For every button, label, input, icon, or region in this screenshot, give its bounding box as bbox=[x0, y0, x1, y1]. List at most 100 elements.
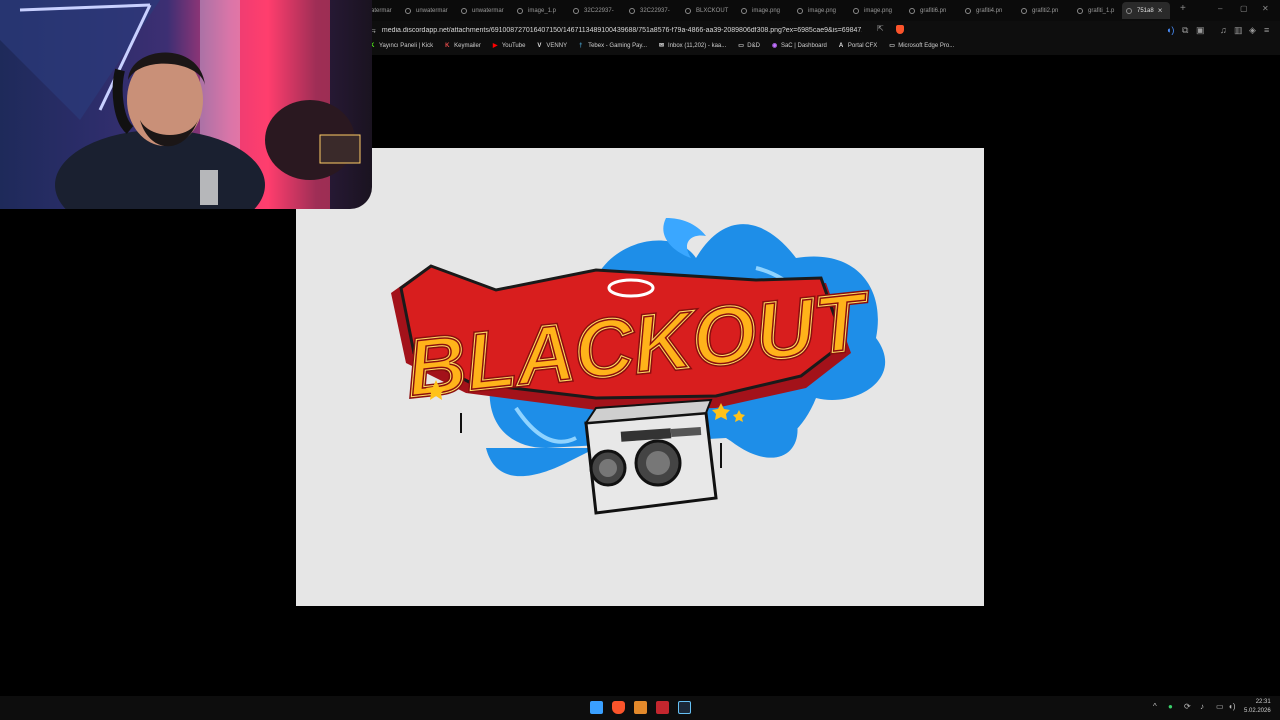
menu-icon[interactable]: ≡ bbox=[1264, 25, 1269, 35]
tab-label: grafiti2.pn bbox=[1032, 7, 1059, 14]
app-icon[interactable] bbox=[656, 701, 669, 714]
bookmark-item[interactable]: K Yayıncı Paneli | Kick bbox=[370, 43, 433, 49]
vpn-icon[interactable]: ◈ bbox=[1249, 25, 1256, 36]
tab[interactable]: image.png bbox=[793, 2, 849, 19]
address-bar[interactable]: ⇆ media.discordapp.net/attachments/69100… bbox=[370, 23, 910, 38]
tab-label: 32C22937- bbox=[584, 7, 614, 14]
window-close-icon[interactable]: ✕ bbox=[1262, 4, 1269, 13]
screenshot-icon[interactable]: ▣ bbox=[1196, 25, 1205, 36]
bookmark-item[interactable]: A Portal CFX bbox=[839, 43, 877, 49]
extensions-icon[interactable]: ⧉ bbox=[1182, 25, 1188, 36]
bookmark-item[interactable]: ◉ SaC | Dashboard bbox=[772, 43, 827, 49]
tab[interactable]: image.png bbox=[849, 2, 905, 19]
share-icon[interactable]: ⇱ bbox=[877, 24, 884, 33]
bookmark-label: D&D bbox=[747, 43, 760, 49]
system-clock[interactable]: 22:31 5.02.2026 bbox=[1244, 698, 1271, 716]
tab[interactable]: image.png bbox=[737, 2, 793, 19]
app-icon[interactable] bbox=[634, 701, 647, 714]
volume-icon[interactable]: ◖) bbox=[1228, 702, 1236, 711]
tab-label: 751a8 bbox=[1137, 7, 1154, 14]
bookmark-label: Tebex - Gaming Pay... bbox=[588, 43, 647, 49]
show-hidden-icons-icon[interactable]: ^ bbox=[1153, 702, 1157, 711]
boombox-icon bbox=[584, 398, 718, 515]
tray-status-icon[interactable]: ● bbox=[1168, 702, 1173, 711]
bookmark-label: Microsoft Edge Pro... bbox=[898, 43, 955, 49]
bookmark-favicon-icon: ◉ bbox=[771, 43, 778, 49]
bookmark-item[interactable]: ▭ Microsoft Edge Pro... bbox=[889, 43, 954, 49]
bookmark-label: Inbox (11,202) - kaa... bbox=[668, 43, 727, 49]
tab-favicon-icon bbox=[797, 7, 803, 14]
tab-active[interactable]: 751a8 × bbox=[1122, 2, 1170, 19]
tab-favicon-icon bbox=[405, 7, 411, 14]
brave-shield-icon[interactable] bbox=[896, 25, 904, 34]
network-icon[interactable]: ▭ bbox=[1216, 702, 1224, 711]
bookmark-favicon-icon: ▭ bbox=[738, 43, 744, 49]
tab[interactable]: grafiti6.pn bbox=[905, 2, 961, 19]
tab-favicon-icon bbox=[1077, 7, 1083, 14]
blackout-graffiti-logo: BLACKOUT BLACKOUT bbox=[391, 218, 886, 515]
brave-browser-icon[interactable] bbox=[612, 701, 625, 714]
tab[interactable]: image_1.p bbox=[513, 2, 569, 19]
bookmark-item[interactable]: K Keymailer bbox=[445, 43, 481, 49]
bookmark-list: K Yayıncı Paneli | Kick K Keymailer ▶ YouTube… bbox=[370, 43, 966, 49]
tab-list: unwatermar unwatermar unwatermar image_1.p 3… bbox=[345, 2, 1129, 19]
tab-label: BLXCKOUT bbox=[696, 7, 729, 14]
close-icon[interactable]: × bbox=[1158, 6, 1163, 15]
bookmark-item[interactable]: † Tebex - Gaming Pay... bbox=[579, 43, 647, 49]
tab-label: image.png bbox=[864, 7, 893, 14]
taskbar: ^ ● ⟳ ♪ ▭ ◖) 22:31 5.02.2026 bbox=[0, 696, 1280, 720]
bookmark-label: YouTube bbox=[501, 43, 526, 49]
bookmark-favicon-icon: ✉ bbox=[659, 43, 665, 49]
tab[interactable]: grafiti2.pn bbox=[1017, 2, 1073, 19]
bookmark-item[interactable]: ▶ YouTube bbox=[493, 43, 526, 49]
tab[interactable]: unwatermar bbox=[457, 2, 513, 19]
minimize-icon[interactable]: – bbox=[1218, 4, 1222, 13]
bookmark-favicon-icon: ▭ bbox=[889, 43, 895, 49]
bookmark-label: SaC | Dashboard bbox=[780, 43, 827, 49]
tab[interactable]: grafiti4.pn bbox=[961, 2, 1017, 19]
tab[interactable]: grafiti_1.p bbox=[1073, 2, 1129, 19]
tab[interactable]: BLXCKOUT bbox=[681, 2, 737, 19]
tab-favicon-icon bbox=[741, 7, 747, 14]
audio-icon[interactable]: ◖) bbox=[1166, 25, 1174, 35]
windows-start-icon[interactable] bbox=[590, 701, 603, 714]
bookmark-favicon-icon: † bbox=[579, 43, 583, 49]
tab-label: unwatermar bbox=[416, 7, 448, 14]
media-icon[interactable]: ♫ bbox=[1220, 25, 1227, 35]
tab-favicon-icon bbox=[1126, 7, 1132, 14]
bookmark-favicon-icon: A bbox=[838, 43, 844, 49]
tab-favicon-icon bbox=[685, 7, 691, 14]
bookmark-favicon-icon: V bbox=[537, 43, 542, 49]
tab-favicon-icon bbox=[965, 7, 971, 14]
tab[interactable]: unwatermar bbox=[401, 2, 457, 19]
maximize-icon[interactable]: ▢ bbox=[1240, 4, 1248, 13]
new-tab-icon[interactable]: + bbox=[1180, 3, 1186, 14]
tab-favicon-icon bbox=[629, 7, 635, 14]
tab[interactable]: 32C22937- bbox=[625, 2, 681, 19]
webcam-overlay bbox=[0, 0, 372, 209]
tab-favicon-icon bbox=[461, 7, 467, 14]
microphone-icon[interactable]: ♪ bbox=[1200, 702, 1204, 711]
tab-label: grafiti4.pn bbox=[976, 7, 1003, 14]
url-text[interactable]: media.discordapp.net/attachments/6910087… bbox=[382, 27, 862, 34]
streamer-webcam-image bbox=[0, 0, 361, 209]
bookmark-item[interactable]: ✉ Inbox (11,202) - kaa... bbox=[659, 43, 726, 49]
bookmark-favicon-icon: ▶ bbox=[492, 43, 498, 49]
tab-favicon-icon bbox=[1021, 7, 1027, 14]
tab-label: grafiti_1.p bbox=[1088, 7, 1115, 14]
sidebar-icon[interactable]: ▥ bbox=[1234, 25, 1243, 36]
tab-favicon-icon bbox=[853, 7, 859, 14]
bookmark-favicon-icon: K bbox=[445, 43, 450, 49]
tray-sync-icon[interactable]: ⟳ bbox=[1184, 702, 1191, 711]
bookmark-label: Portal CFX bbox=[847, 43, 878, 49]
tab-label: 32C22937- bbox=[640, 7, 670, 14]
bookmark-label: VENNY bbox=[546, 43, 568, 49]
tab[interactable]: 32C22937- bbox=[569, 2, 625, 19]
bookmark-item[interactable]: ▭ D&D bbox=[738, 43, 760, 49]
clock-time: 22:31 bbox=[1255, 699, 1271, 705]
steam-icon[interactable] bbox=[678, 701, 691, 714]
bookmark-item[interactable]: V VENNY bbox=[537, 43, 567, 49]
tab-label: unwatermar bbox=[472, 7, 504, 14]
bookmark-label: Keymailer bbox=[454, 43, 481, 49]
bookmark-label: Yayıncı Paneli | Kick bbox=[379, 43, 434, 49]
